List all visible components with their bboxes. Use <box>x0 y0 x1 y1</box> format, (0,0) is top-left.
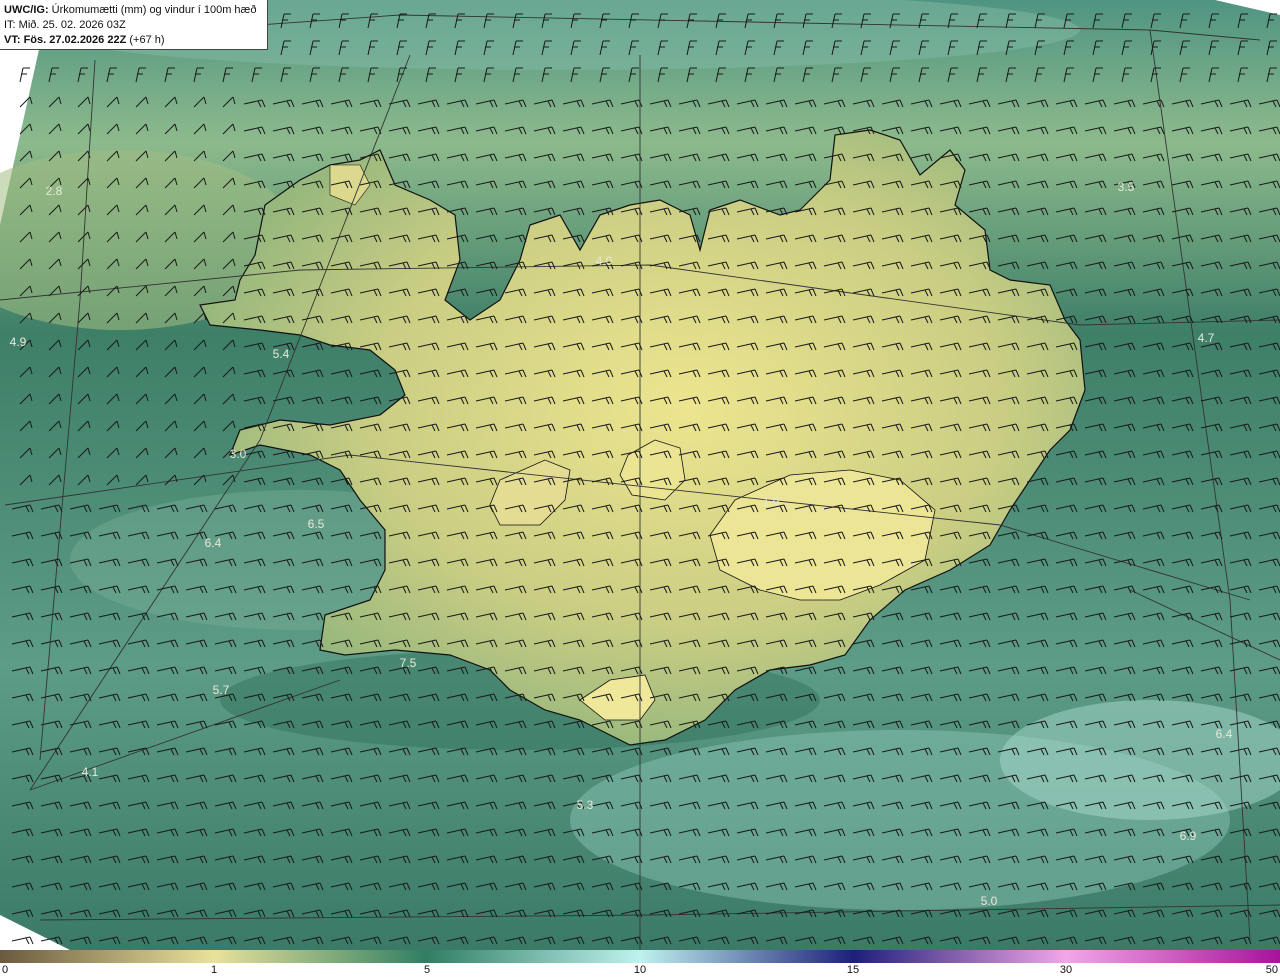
colorbar-tick: 0 <box>2 964 9 976</box>
valid-time-line: VT: Fös. 27.02.2026 22Z (+67 h) <box>4 33 263 48</box>
value-label: 3.0 <box>230 447 247 461</box>
colorbar-tick: 50 <box>1265 964 1278 976</box>
value-label: 6.4 <box>1216 727 1233 741</box>
value-label: 5.0 <box>981 894 998 908</box>
colorbar-tick: 5 <box>423 964 431 976</box>
value-label: 6.5 <box>308 517 325 531</box>
value-label: 4.9 <box>10 335 27 349</box>
colorbar-strip <box>0 950 1280 963</box>
value-label: 4.0 <box>596 254 613 268</box>
colorbar-tick: 15 <box>846 964 860 976</box>
product-code: UWC/IG: <box>4 4 49 16</box>
value-label: 7.5 <box>400 656 417 670</box>
valid-prefix: VT: <box>4 34 21 46</box>
map-title: Úrkomumætti (mm) og vindur í 100m hæð <box>51 4 257 16</box>
colorbar-legend: 0 1 5 10 15 30 50 <box>0 950 1280 978</box>
value-label: 5.7 <box>213 683 230 697</box>
colorbar-tick: 10 <box>633 964 647 976</box>
value-label: 5.4 <box>273 347 290 361</box>
map-info-box: UWC/IG: Úrkomumætti (mm) og vindur í 100… <box>0 0 268 50</box>
lead-time: (+67 h) <box>129 34 165 46</box>
value-label: 2.8 <box>46 184 63 198</box>
value-label: 5.3 <box>577 798 594 812</box>
title-line: UWC/IG: Úrkomumætti (mm) og vindur í 100… <box>4 3 263 18</box>
value-label: 1.9 <box>763 495 780 509</box>
value-label: 4.7 <box>1198 331 1215 345</box>
value-label: 6.9 <box>1180 829 1197 843</box>
precipitation-wind-map: 2.8 4.0 3.5 4.9 5.4 4.7 3.0 6.5 6.4 7.5 5.7 4.1 5.3 5… <box>0 0 1280 950</box>
forecast-map-view: 2.8 4.0 3.5 4.9 5.4 4.7 3.0 6.5 6.4 7.5 5.7 4.1 5.3 5… <box>0 0 1280 978</box>
value-label: 3.5 <box>1118 180 1135 194</box>
colorbar-tick: 30 <box>1059 964 1073 976</box>
init-time: IT: Mið. 25. 02. 2026 03Z <box>4 19 126 31</box>
value-label: 6.4 <box>205 536 222 550</box>
valid-time: Fös. 27.02.2026 22Z <box>23 34 127 46</box>
value-label: 4.1 <box>82 765 99 779</box>
colorbar-tick: 1 <box>210 964 218 976</box>
